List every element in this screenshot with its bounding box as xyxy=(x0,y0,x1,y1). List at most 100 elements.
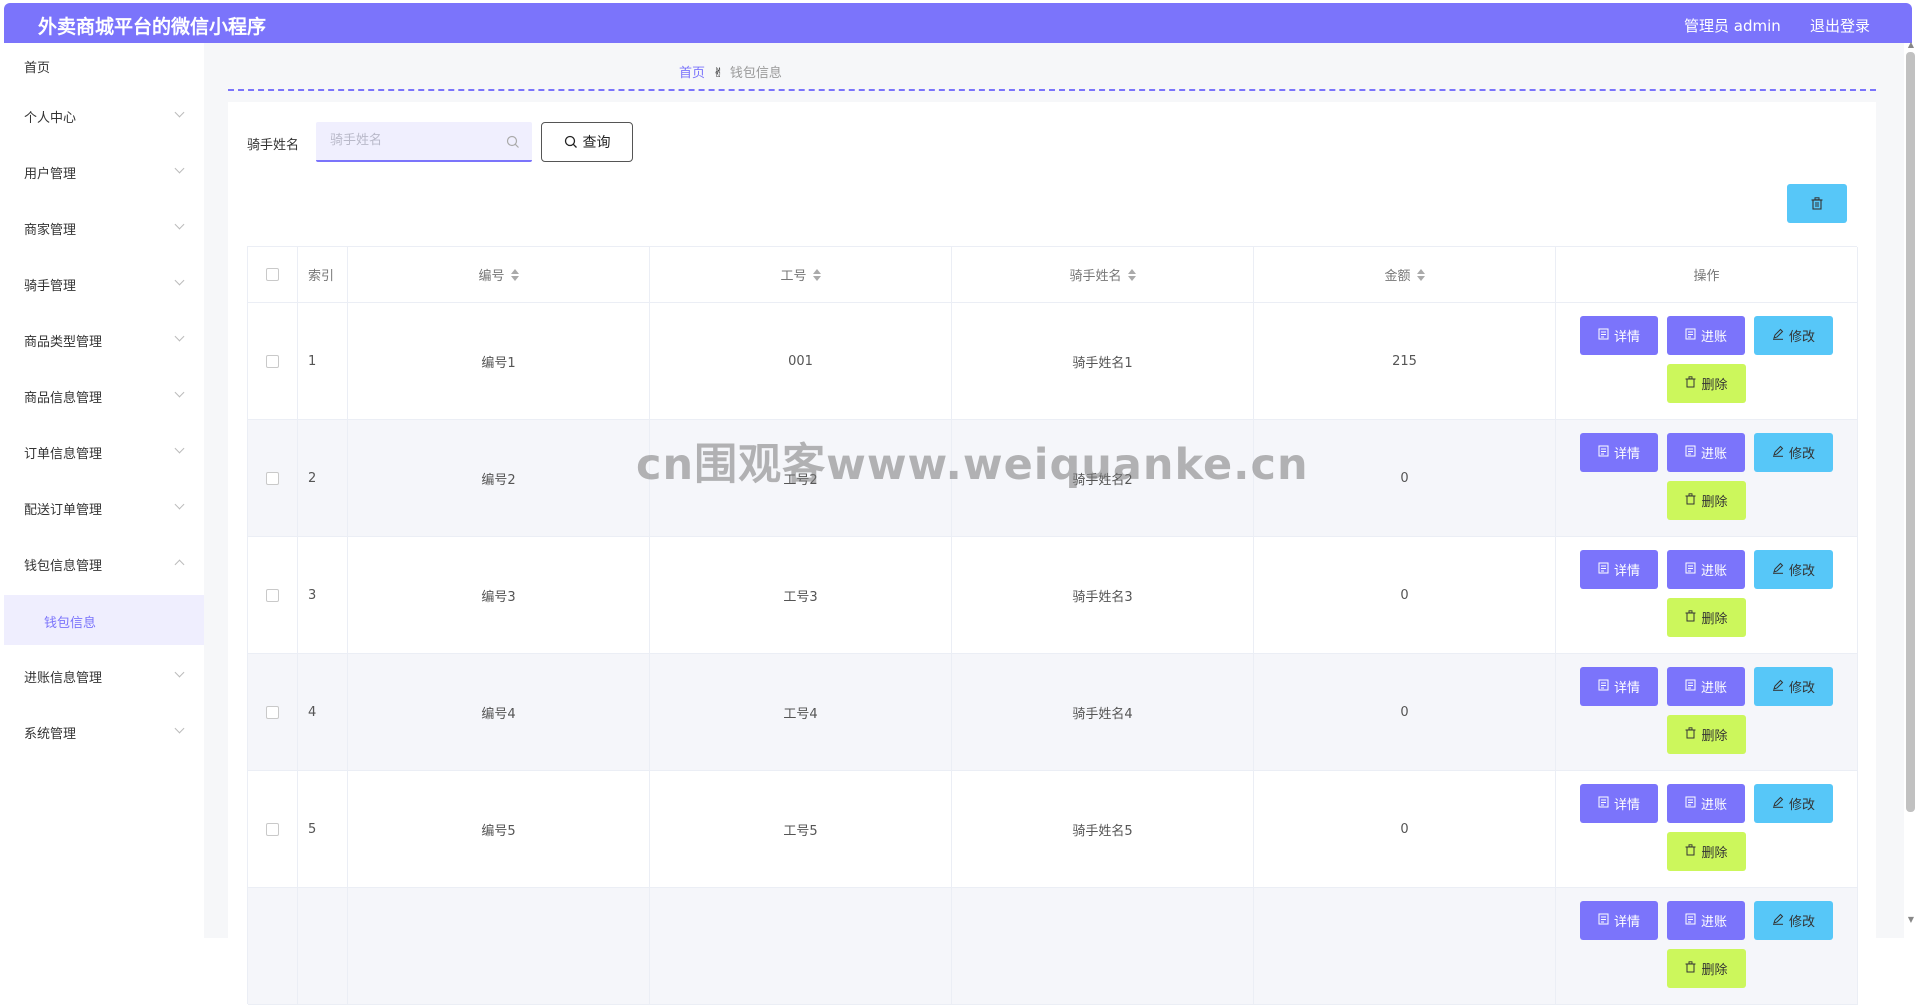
detail-button[interactable]: 详情 xyxy=(1580,433,1658,472)
detail-button[interactable]: 详情 xyxy=(1580,784,1658,823)
trash-icon xyxy=(1685,843,1696,860)
detail-button[interactable]: 详情 xyxy=(1580,550,1658,589)
income-button[interactable]: 进账 xyxy=(1667,550,1745,589)
edit-button-label: 修改 xyxy=(1788,798,1815,813)
row-checkbox-cell xyxy=(248,537,298,653)
logout-link[interactable]: 退出登录 xyxy=(1810,15,1870,36)
document-icon xyxy=(1598,913,1609,929)
row-checkbox-cell xyxy=(248,654,298,770)
delete-button-label: 删除 xyxy=(1701,963,1728,978)
sidebar-item-9[interactable]: 钱包信息管理 xyxy=(4,541,204,585)
income-button[interactable]: 进账 xyxy=(1667,316,1745,355)
amount-value: 215 xyxy=(1392,353,1417,369)
select-all-checkbox[interactable] xyxy=(266,268,279,281)
delete-button-label: 删除 xyxy=(1701,495,1728,510)
sidebar-item-8[interactable]: 配送订单管理 xyxy=(4,485,204,529)
pencil-icon xyxy=(1772,328,1784,344)
sort-icon[interactable] xyxy=(1127,268,1136,281)
scroll-down-arrow[interactable]: ▼ xyxy=(1906,915,1916,925)
index-value: 3 xyxy=(308,587,317,603)
row-checkbox[interactable] xyxy=(266,822,279,836)
income-button-label: 进账 xyxy=(1700,447,1727,462)
actions-cell: 详情 进账 修改删除 xyxy=(1556,420,1858,536)
document-icon xyxy=(1598,796,1609,812)
income-button[interactable]: 进账 xyxy=(1667,901,1745,940)
actions-cell: 详情 进账 修改删除 xyxy=(1556,654,1858,770)
detail-button[interactable]: 详情 xyxy=(1580,316,1658,355)
detail-button[interactable]: 详情 xyxy=(1580,667,1658,706)
column-header: 操作 xyxy=(1556,247,1858,302)
rider-name-value: 骑手姓名3 xyxy=(1072,589,1133,605)
sidebar-item-0[interactable]: 首页 xyxy=(4,43,204,87)
worker-no-cell xyxy=(650,888,952,1004)
row-checkbox[interactable] xyxy=(266,354,279,368)
sidebar-item-2[interactable]: 用户管理 xyxy=(4,149,204,193)
sidebar-item-label: 首页 xyxy=(24,61,51,76)
income-button[interactable]: 进账 xyxy=(1667,433,1745,472)
sidebar-item-12[interactable]: 系统管理 xyxy=(4,709,204,753)
delete-button[interactable]: 删除 xyxy=(1667,364,1746,403)
delete-button[interactable]: 删除 xyxy=(1667,481,1746,520)
delete-button[interactable]: 删除 xyxy=(1667,832,1746,871)
edit-button[interactable]: 修改 xyxy=(1754,901,1833,940)
income-button-label: 进账 xyxy=(1700,681,1727,696)
delete-button-label: 删除 xyxy=(1701,729,1728,744)
batch-delete-button[interactable] xyxy=(1787,184,1847,223)
delete-button[interactable]: 删除 xyxy=(1667,715,1746,754)
column-header[interactable]: 编号 xyxy=(348,247,650,302)
rider-name-input[interactable] xyxy=(330,122,500,158)
income-button-label: 进账 xyxy=(1700,915,1727,930)
sidebar-item-11[interactable]: 进账信息管理 xyxy=(4,653,204,697)
document-icon xyxy=(1685,679,1696,695)
table-row: 详情 进账 修改删除 xyxy=(248,888,1858,1005)
edit-button[interactable]: 修改 xyxy=(1754,784,1833,823)
sidebar-item-label: 个人中心 xyxy=(24,111,77,126)
table-row: 3 编号3 工号3 骑手姓名3 0 详情 进账 修改 删除 xyxy=(248,537,1858,654)
sort-icon[interactable] xyxy=(1416,268,1425,281)
edit-button[interactable]: 修改 xyxy=(1754,667,1833,706)
income-button[interactable]: 进账 xyxy=(1667,667,1745,706)
edit-button[interactable]: 修改 xyxy=(1754,550,1833,589)
table-row: 5 编号5 工号5 骑手姓名5 0 详情 进账 修改 删除 xyxy=(248,771,1858,888)
column-header[interactable]: 骑手姓名 xyxy=(952,247,1254,302)
sidebar-item-6[interactable]: 商品信息管理 xyxy=(4,373,204,417)
document-icon xyxy=(1685,328,1696,344)
sidebar-item-7[interactable]: 订单信息管理 xyxy=(4,429,204,473)
detail-button-label: 详情 xyxy=(1613,447,1640,462)
row-checkbox[interactable] xyxy=(266,705,279,719)
index-value: 2 xyxy=(308,470,317,486)
column-header-label: 编号 xyxy=(478,269,505,284)
code-value: 编号3 xyxy=(481,589,516,605)
amount-cell: 215 xyxy=(1254,303,1556,419)
sidebar-item-1[interactable]: 个人中心 xyxy=(4,93,204,137)
edit-button[interactable]: 修改 xyxy=(1754,316,1833,355)
breadcrumb-home[interactable]: 首页 xyxy=(679,66,705,81)
sort-icon[interactable] xyxy=(510,268,519,281)
vertical-scrollbar[interactable] xyxy=(1906,52,1915,812)
sidebar-item-4[interactable]: 骑手管理 xyxy=(4,261,204,305)
scroll-up-arrow[interactable]: ▲ xyxy=(1906,40,1916,50)
delete-button[interactable]: 删除 xyxy=(1667,598,1746,637)
rider-name-cell: 骑手姓名4 xyxy=(952,654,1254,770)
query-button[interactable]: 查询 xyxy=(541,122,633,162)
code-value: 编号1 xyxy=(481,355,516,371)
row-checkbox[interactable] xyxy=(266,471,279,485)
sidebar-item-3[interactable]: 商家管理 xyxy=(4,205,204,249)
chevron-down-icon xyxy=(174,331,185,342)
amount-value: 0 xyxy=(1400,821,1409,837)
row-checkbox[interactable] xyxy=(266,588,279,602)
column-header[interactable]: 金额 xyxy=(1254,247,1556,302)
income-button[interactable]: 进账 xyxy=(1667,784,1745,823)
sort-icon[interactable] xyxy=(812,268,821,281)
delete-button[interactable]: 删除 xyxy=(1667,949,1746,988)
row-checkbox-cell xyxy=(248,420,298,536)
edit-button[interactable]: 修改 xyxy=(1754,433,1833,472)
column-header[interactable]: 工号 xyxy=(650,247,952,302)
amount-cell xyxy=(1254,888,1556,1004)
detail-button[interactable]: 详情 xyxy=(1580,901,1658,940)
sidebar-item-5[interactable]: 商品类型管理 xyxy=(4,317,204,361)
detail-button-label: 详情 xyxy=(1613,564,1640,579)
sidebar-subitem-wallet-info[interactable]: 钱包信息 xyxy=(4,595,204,645)
amount-cell: 0 xyxy=(1254,654,1556,770)
worker-no-value: 工号4 xyxy=(783,706,818,722)
